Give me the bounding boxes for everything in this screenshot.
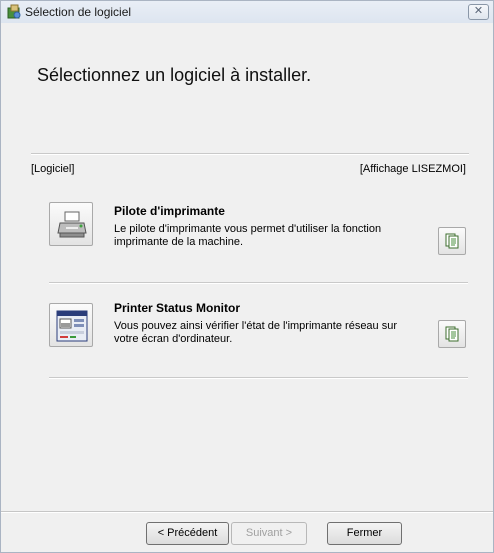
printer-driver-description: Le pilote d'imprimante vous permet d'uti… xyxy=(114,223,382,248)
setup-icon xyxy=(7,4,21,19)
printer-driver-title: Pilote d'imprimante xyxy=(114,204,225,218)
install-printer-driver-button[interactable] xyxy=(49,202,93,246)
header-divider xyxy=(31,153,469,155)
next-button[interactable]: Suivant > xyxy=(231,522,307,545)
printer-icon xyxy=(57,211,87,238)
readme-document-icon xyxy=(445,326,459,342)
close-icon: ✕ xyxy=(473,4,484,17)
close-window-button[interactable]: ✕ xyxy=(468,4,489,20)
close-button[interactable]: Fermer xyxy=(327,522,402,545)
footer-divider xyxy=(1,511,493,513)
item-divider xyxy=(49,377,468,379)
readme-document-icon xyxy=(445,233,459,249)
status-monitor-icon xyxy=(56,310,88,342)
status-monitor-title: Printer Status Monitor xyxy=(114,301,241,315)
printer-driver-readme-button[interactable] xyxy=(438,227,466,255)
install-status-monitor-button[interactable] xyxy=(49,303,93,347)
software-column-label: [Logiciel] xyxy=(31,163,75,175)
back-button[interactable]: < Précédent xyxy=(146,522,229,545)
page-heading: Sélectionnez un logiciel à installer. xyxy=(37,65,312,85)
readme-column-label: [Affichage LISEZMOI] xyxy=(359,163,466,175)
software-selection-dialog: Sélection de logiciel ✕ Sélectionnez un … xyxy=(0,0,494,553)
item-divider xyxy=(49,282,468,284)
status-monitor-readme-button[interactable] xyxy=(438,320,466,348)
title-bar: Sélection de logiciel ✕ xyxy=(1,1,493,23)
status-monitor-description: Vous pouvez ainsi vérifier l'état de l'i… xyxy=(114,320,398,345)
window-title: Sélection de logiciel xyxy=(25,5,132,19)
